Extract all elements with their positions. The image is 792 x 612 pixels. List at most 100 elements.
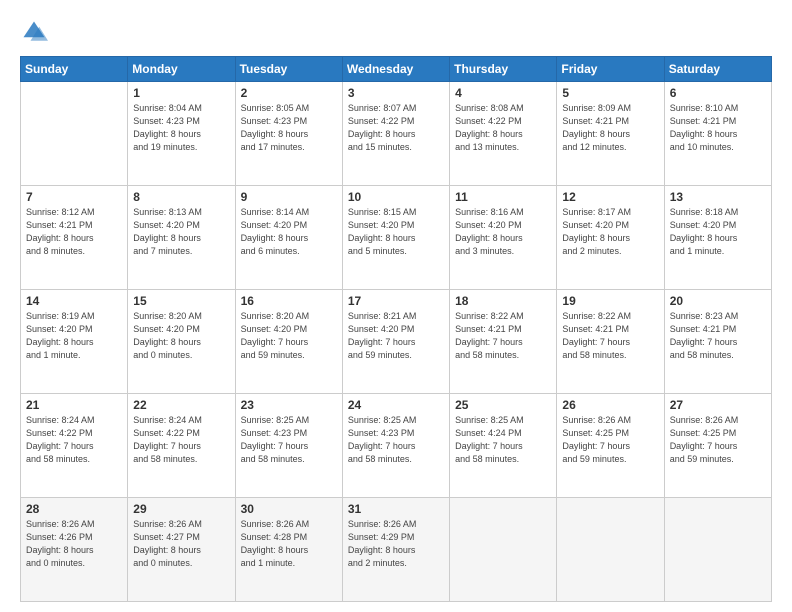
calendar-day-header: Wednesday (342, 57, 449, 82)
calendar-table: SundayMondayTuesdayWednesdayThursdayFrid… (20, 56, 772, 602)
calendar-cell: 21 Sunrise: 8:24 AMSunset: 4:22 PMDayligh… (21, 394, 128, 498)
calendar-cell: 10 Sunrise: 8:15 AMSunset: 4:20 PMDayligh… (342, 186, 449, 290)
day-number: 12 (562, 190, 658, 204)
calendar-cell: 24 Sunrise: 8:25 AMSunset: 4:23 PMDayligh… (342, 394, 449, 498)
day-info: Sunrise: 8:26 AMSunset: 4:29 PMDaylight:… (348, 518, 444, 570)
day-info: Sunrise: 8:21 AMSunset: 4:20 PMDaylight:… (348, 310, 444, 362)
calendar-cell: 1 Sunrise: 8:04 AMSunset: 4:23 PMDaylight… (128, 82, 235, 186)
calendar-cell (557, 498, 664, 602)
day-info: Sunrise: 8:08 AMSunset: 4:22 PMDaylight:… (455, 102, 551, 154)
day-number: 27 (670, 398, 766, 412)
day-number: 22 (133, 398, 229, 412)
calendar-cell: 4 Sunrise: 8:08 AMSunset: 4:22 PMDaylight… (450, 82, 557, 186)
day-info: Sunrise: 8:18 AMSunset: 4:20 PMDaylight:… (670, 206, 766, 258)
day-info: Sunrise: 8:17 AMSunset: 4:20 PMDaylight:… (562, 206, 658, 258)
calendar-cell: 26 Sunrise: 8:26 AMSunset: 4:25 PMDayligh… (557, 394, 664, 498)
day-number: 2 (241, 86, 337, 100)
day-info: Sunrise: 8:20 AMSunset: 4:20 PMDaylight:… (133, 310, 229, 362)
calendar-week-row: 7 Sunrise: 8:12 AMSunset: 4:21 PMDaylight… (21, 186, 772, 290)
day-info: Sunrise: 8:25 AMSunset: 4:23 PMDaylight:… (241, 414, 337, 466)
day-number: 9 (241, 190, 337, 204)
day-number: 3 (348, 86, 444, 100)
calendar-day-header: Tuesday (235, 57, 342, 82)
day-number: 4 (455, 86, 551, 100)
day-info: Sunrise: 8:25 AMSunset: 4:23 PMDaylight:… (348, 414, 444, 466)
calendar-cell: 3 Sunrise: 8:07 AMSunset: 4:22 PMDaylight… (342, 82, 449, 186)
day-info: Sunrise: 8:05 AMSunset: 4:23 PMDaylight:… (241, 102, 337, 154)
calendar-week-row: 28 Sunrise: 8:26 AMSunset: 4:26 PMDayligh… (21, 498, 772, 602)
calendar-cell: 9 Sunrise: 8:14 AMSunset: 4:20 PMDaylight… (235, 186, 342, 290)
calendar-cell: 6 Sunrise: 8:10 AMSunset: 4:21 PMDaylight… (664, 82, 771, 186)
calendar-day-header: Friday (557, 57, 664, 82)
day-info: Sunrise: 8:14 AMSunset: 4:20 PMDaylight:… (241, 206, 337, 258)
calendar-week-row: 21 Sunrise: 8:24 AMSunset: 4:22 PMDayligh… (21, 394, 772, 498)
calendar-day-header: Thursday (450, 57, 557, 82)
day-info: Sunrise: 8:13 AMSunset: 4:20 PMDaylight:… (133, 206, 229, 258)
day-number: 20 (670, 294, 766, 308)
calendar-cell: 27Sunrise: 8:26 AMSunset: 4:25 PMDayligh… (664, 394, 771, 498)
day-info: Sunrise: 8:26 AMSunset: 4:26 PMDaylight:… (26, 518, 122, 570)
day-number: 16 (241, 294, 337, 308)
day-number: 23 (241, 398, 337, 412)
day-number: 10 (348, 190, 444, 204)
day-number: 1 (133, 86, 229, 100)
day-number: 13 (670, 190, 766, 204)
day-info: Sunrise: 8:22 AMSunset: 4:21 PMDaylight:… (562, 310, 658, 362)
calendar-week-row: 1 Sunrise: 8:04 AMSunset: 4:23 PMDaylight… (21, 82, 772, 186)
calendar-cell: 12 Sunrise: 8:17 AMSunset: 4:20 PMDayligh… (557, 186, 664, 290)
day-number: 6 (670, 86, 766, 100)
day-number: 25 (455, 398, 551, 412)
calendar-cell: 14Sunrise: 8:19 AMSunset: 4:20 PMDayligh… (21, 290, 128, 394)
calendar-cell: 22 Sunrise: 8:24 AMSunset: 4:22 PMDayligh… (128, 394, 235, 498)
day-info: Sunrise: 8:26 AMSunset: 4:27 PMDaylight:… (133, 518, 229, 570)
day-number: 5 (562, 86, 658, 100)
day-number: 11 (455, 190, 551, 204)
calendar-day-header: Sunday (21, 57, 128, 82)
day-number: 24 (348, 398, 444, 412)
calendar-cell (21, 82, 128, 186)
header (20, 18, 772, 46)
calendar-day-header: Saturday (664, 57, 771, 82)
day-info: Sunrise: 8:07 AMSunset: 4:22 PMDaylight:… (348, 102, 444, 154)
calendar-week-row: 14Sunrise: 8:19 AMSunset: 4:20 PMDayligh… (21, 290, 772, 394)
day-info: Sunrise: 8:04 AMSunset: 4:23 PMDaylight:… (133, 102, 229, 154)
day-info: Sunrise: 8:16 AMSunset: 4:20 PMDaylight:… (455, 206, 551, 258)
calendar-cell: 20 Sunrise: 8:23 AMSunset: 4:21 PMDayligh… (664, 290, 771, 394)
calendar-cell: 5 Sunrise: 8:09 AMSunset: 4:21 PMDaylight… (557, 82, 664, 186)
day-number: 31 (348, 502, 444, 516)
calendar-cell: 28 Sunrise: 8:26 AMSunset: 4:26 PMDayligh… (21, 498, 128, 602)
calendar-cell: 11 Sunrise: 8:16 AMSunset: 4:20 PMDayligh… (450, 186, 557, 290)
calendar-cell: 23 Sunrise: 8:25 AMSunset: 4:23 PMDayligh… (235, 394, 342, 498)
day-info: Sunrise: 8:25 AMSunset: 4:24 PMDaylight:… (455, 414, 551, 466)
day-number: 7 (26, 190, 122, 204)
logo (20, 18, 52, 46)
calendar-cell: 8Sunrise: 8:13 AMSunset: 4:20 PMDaylight… (128, 186, 235, 290)
day-info: Sunrise: 8:26 AMSunset: 4:28 PMDaylight:… (241, 518, 337, 570)
day-info: Sunrise: 8:10 AMSunset: 4:21 PMDaylight:… (670, 102, 766, 154)
day-number: 14 (26, 294, 122, 308)
page: SundayMondayTuesdayWednesdayThursdayFrid… (0, 0, 792, 612)
calendar-cell: 31 Sunrise: 8:26 AMSunset: 4:29 PMDayligh… (342, 498, 449, 602)
day-info: Sunrise: 8:22 AMSunset: 4:21 PMDaylight:… (455, 310, 551, 362)
day-info: Sunrise: 8:26 AMSunset: 4:25 PMDaylight:… (562, 414, 658, 466)
day-number: 30 (241, 502, 337, 516)
day-number: 21 (26, 398, 122, 412)
calendar-cell: 25 Sunrise: 8:25 AMSunset: 4:24 PMDayligh… (450, 394, 557, 498)
day-info: Sunrise: 8:24 AMSunset: 4:22 PMDaylight:… (133, 414, 229, 466)
calendar-cell: 19 Sunrise: 8:22 AMSunset: 4:21 PMDayligh… (557, 290, 664, 394)
day-number: 19 (562, 294, 658, 308)
day-number: 26 (562, 398, 658, 412)
calendar-cell: 18Sunrise: 8:22 AMSunset: 4:21 PMDayligh… (450, 290, 557, 394)
day-info: Sunrise: 8:12 AMSunset: 4:21 PMDaylight:… (26, 206, 122, 258)
logo-icon (20, 18, 48, 46)
day-info: Sunrise: 8:15 AMSunset: 4:20 PMDaylight:… (348, 206, 444, 258)
calendar-cell: 2 Sunrise: 8:05 AMSunset: 4:23 PMDaylight… (235, 82, 342, 186)
day-number: 28 (26, 502, 122, 516)
day-info: Sunrise: 8:09 AMSunset: 4:21 PMDaylight:… (562, 102, 658, 154)
calendar-cell: 17Sunrise: 8:21 AMSunset: 4:20 PMDayligh… (342, 290, 449, 394)
calendar-day-header: Monday (128, 57, 235, 82)
day-info: Sunrise: 8:23 AMSunset: 4:21 PMDaylight:… (670, 310, 766, 362)
calendar-cell: 29Sunrise: 8:26 AMSunset: 4:27 PMDayligh… (128, 498, 235, 602)
calendar-cell (664, 498, 771, 602)
day-info: Sunrise: 8:24 AMSunset: 4:22 PMDaylight:… (26, 414, 122, 466)
